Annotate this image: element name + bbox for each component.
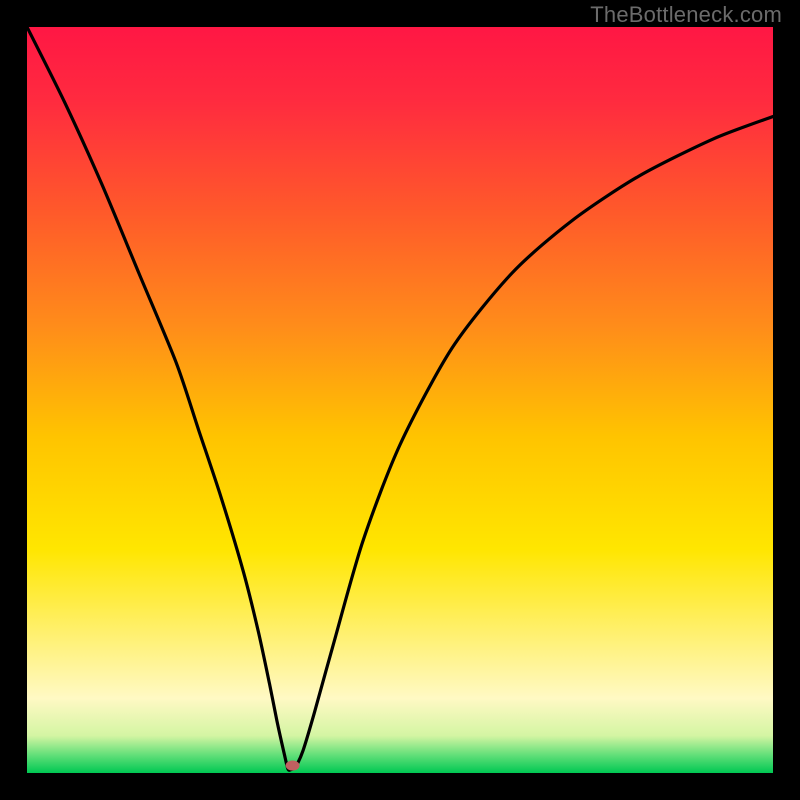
bottleneck-chart-svg — [27, 27, 773, 773]
chart-container: TheBottleneck.com — [0, 0, 800, 800]
plot-area — [27, 27, 773, 773]
watermark-text: TheBottleneck.com — [590, 2, 782, 28]
gradient-background — [27, 27, 773, 773]
optimal-point-marker — [286, 761, 300, 771]
